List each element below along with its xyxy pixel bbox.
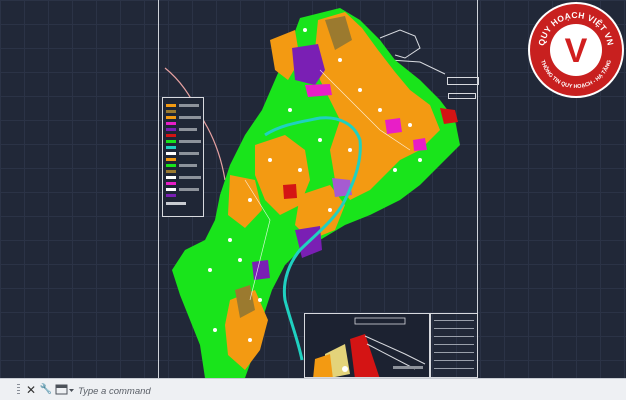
legend-swatch (166, 110, 176, 113)
legend-swatch (166, 134, 176, 137)
legend-text-line (179, 152, 199, 155)
legend-swatch (166, 170, 176, 173)
legend-swatch (166, 164, 176, 167)
legend-swatch (166, 158, 176, 161)
command-line-bar: ✕ 🔧 (0, 378, 626, 400)
customize-icon[interactable]: 🔧 (39, 382, 53, 398)
logo-letter: V (565, 32, 588, 70)
recent-commands-icon[interactable] (55, 383, 75, 397)
legend-swatch (166, 202, 186, 205)
legend-text-line (179, 176, 201, 179)
legend-swatch (166, 128, 176, 131)
location-inset-map (304, 313, 430, 378)
legend-swatch (166, 122, 176, 125)
legend-text-line (179, 188, 199, 191)
quy-hoach-viet-vn-logo: QUY HOẠCH VIỆT VN THÔNG TIN QUY HOẠCH - … (528, 2, 624, 98)
legend-swatch (166, 182, 176, 185)
map-label-box (447, 77, 479, 85)
legend-text-line (179, 104, 199, 107)
legend-swatch (166, 188, 176, 191)
legend-swatch (166, 116, 176, 119)
legend-text-line (179, 140, 201, 143)
legend-swatch (166, 152, 176, 155)
map-label-box (448, 93, 476, 99)
map-legend (162, 97, 204, 217)
title-block (430, 313, 478, 378)
legend-swatch (166, 146, 176, 149)
zone-magenta (413, 138, 427, 151)
command-input[interactable] (76, 382, 620, 400)
grip-handle[interactable] (17, 384, 20, 396)
legend-text-line (179, 164, 197, 167)
legend-swatch (166, 104, 176, 107)
legend-swatch (166, 194, 176, 197)
zone-purple (252, 260, 270, 280)
zone-red (283, 184, 297, 199)
legend-text-line (179, 128, 197, 131)
close-command-line-button[interactable]: ✕ (25, 382, 37, 398)
inset-map-graphic (313, 317, 426, 377)
legend-swatch (166, 140, 176, 143)
zone-magenta (305, 84, 332, 97)
legend-swatch (166, 176, 176, 179)
legend-text-line (179, 116, 201, 119)
zone-magenta (385, 118, 402, 134)
